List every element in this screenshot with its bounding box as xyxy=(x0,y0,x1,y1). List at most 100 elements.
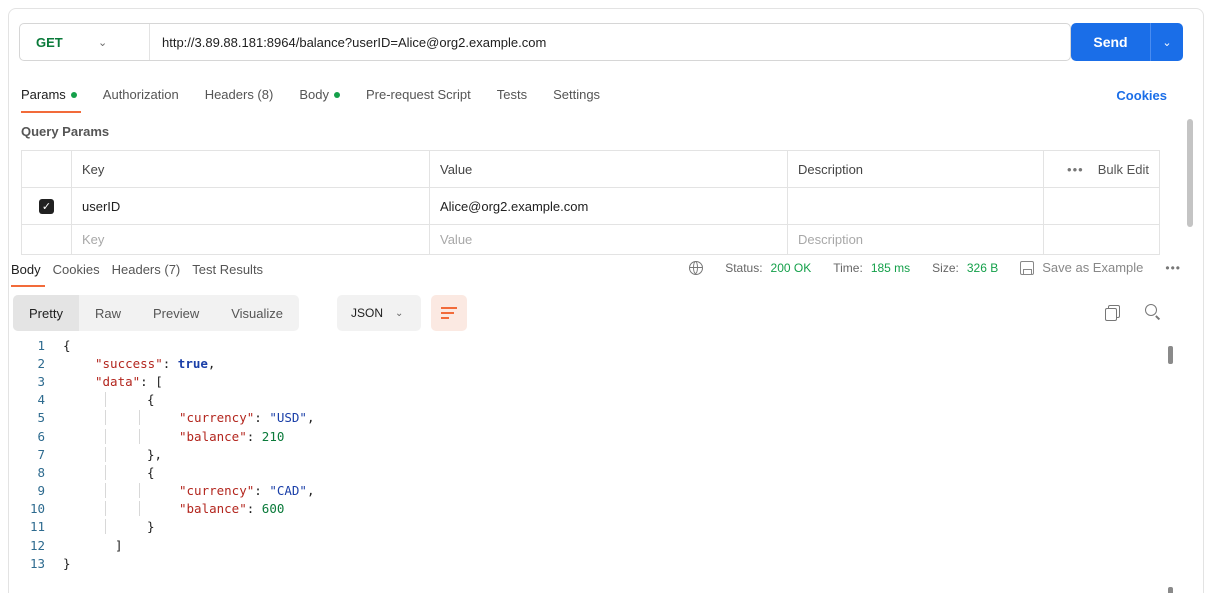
param-extra-cell xyxy=(1043,187,1160,225)
bulk-edit-cell: ••• Bulk Edit xyxy=(1043,150,1160,188)
view-visualize[interactable]: Visualize xyxy=(215,295,299,331)
code-text: "data": [ xyxy=(95,373,163,389)
code-text: } xyxy=(53,519,155,535)
column-header-description: Description xyxy=(787,150,1044,188)
chevron-down-icon: ⌄ xyxy=(98,36,108,49)
code-line: 11} xyxy=(9,518,1169,536)
save-as-example-button[interactable]: Save as Example xyxy=(1042,260,1143,275)
param-description-cell[interactable] xyxy=(787,187,1044,225)
code-text: "success": true, xyxy=(95,355,216,371)
json-key: "currency" xyxy=(179,483,255,499)
tab-tests[interactable]: Tests xyxy=(497,87,527,115)
view-pretty[interactable]: Pretty xyxy=(13,295,79,331)
view-raw[interactable]: Raw xyxy=(79,295,137,331)
param-value-cell[interactable]: Alice@org2.example.com xyxy=(429,187,788,225)
json-value: "USD" xyxy=(269,410,307,426)
tab-params-label: Params xyxy=(21,87,66,102)
method-select[interactable]: GET ⌄ xyxy=(20,24,150,60)
row-checkbox-cell: ✓ xyxy=(21,187,72,225)
send-label: Send xyxy=(1071,23,1151,61)
checkbox-checked-icon[interactable]: ✓ xyxy=(39,199,54,214)
params-scrollbar[interactable] xyxy=(1187,119,1193,227)
code-text: "currency": "USD", xyxy=(53,410,315,426)
view-preview[interactable]: Preview xyxy=(137,295,215,331)
code-line: 7}, xyxy=(9,445,1169,463)
tab-response-cookies[interactable]: Cookies xyxy=(53,262,100,277)
cookies-link[interactable]: Cookies xyxy=(1116,88,1167,103)
code-text: { xyxy=(53,464,155,480)
json-value: 210 xyxy=(261,428,285,444)
code-text: }, xyxy=(53,446,162,462)
query-params-title: Query Params xyxy=(21,124,110,139)
status-label: Status: xyxy=(725,260,763,275)
tab-body[interactable]: Body xyxy=(299,87,340,115)
line-number: 13 xyxy=(29,555,45,571)
tab-response-headers[interactable]: Headers (7) xyxy=(112,262,181,277)
json-key: "balance" xyxy=(179,501,247,517)
time-value[interactable]: 185 ms xyxy=(871,261,910,275)
header-checkbox-cell xyxy=(21,150,72,188)
globe-icon[interactable] xyxy=(689,260,704,275)
code-text: } xyxy=(63,555,71,571)
copy-icon[interactable] xyxy=(1105,305,1120,321)
code-text: { xyxy=(63,337,71,353)
request-bar: GET ⌄ xyxy=(19,23,1071,61)
size-label: Size: xyxy=(932,260,959,275)
active-dot-icon xyxy=(70,91,77,98)
code-text: { xyxy=(53,392,155,408)
code-text: "currency": "CAD", xyxy=(53,483,315,499)
postman-window: GET ⌄ Send ⌄ Params Authorization Header… xyxy=(8,8,1204,593)
more-options-icon[interactable]: ••• xyxy=(1067,162,1084,177)
table-header-row: Key Value Description ••• Bulk Edit xyxy=(21,150,1160,188)
send-button[interactable]: Send ⌄ xyxy=(1071,23,1183,61)
param-key-cell[interactable]: userID xyxy=(71,187,430,225)
wrap-lines-button[interactable] xyxy=(431,295,467,331)
tab-pre-request-script[interactable]: Pre-request Script xyxy=(366,87,471,115)
column-header-key: Key xyxy=(71,150,430,188)
code-line: 1{ xyxy=(9,336,1169,354)
json-value: true xyxy=(177,355,208,371)
tab-settings[interactable]: Settings xyxy=(553,87,600,115)
response-code-viewer[interactable]: 1{ 2 "success": true, 3 "data": [ 4{ 5 "cur… xyxy=(9,336,1169,572)
format-select[interactable]: JSON ⌄ xyxy=(337,295,421,331)
line-number: 9 xyxy=(37,483,45,499)
placeholder-checkbox-cell xyxy=(21,224,72,255)
line-number: 2 xyxy=(37,355,45,371)
code-line: 5 "currency": "USD", xyxy=(9,409,1169,427)
search-icon[interactable] xyxy=(1145,304,1160,319)
bulk-edit-button[interactable]: Bulk Edit xyxy=(1098,162,1149,177)
more-options-icon[interactable]: ••• xyxy=(1165,261,1181,275)
line-number: 1 xyxy=(37,337,45,353)
view-mode-selector: Pretty Raw Preview Visualize xyxy=(13,295,300,331)
active-tab-underline xyxy=(21,111,81,113)
line-number: 6 xyxy=(37,428,45,444)
code-line: 2 "success": true, xyxy=(9,354,1169,372)
method-label: GET xyxy=(36,34,63,50)
description-placeholder[interactable]: Description xyxy=(787,224,1044,255)
time-label: Time: xyxy=(833,260,863,275)
chevron-down-icon[interactable]: ⌄ xyxy=(1151,23,1183,61)
url-input[interactable] xyxy=(150,24,1070,60)
tab-test-results[interactable]: Test Results xyxy=(192,262,263,277)
value-placeholder[interactable]: Value xyxy=(429,224,788,255)
active-dot-icon xyxy=(333,91,340,98)
code-text: "balance": 600 xyxy=(53,501,285,517)
json-key: "currency" xyxy=(179,410,255,426)
code-scrollbar[interactable] xyxy=(1168,346,1173,364)
line-number: 12 xyxy=(29,537,45,553)
status-value[interactable]: 200 OK xyxy=(771,261,812,275)
code-line: 13} xyxy=(9,554,1169,572)
tab-response-body[interactable]: Body xyxy=(11,262,41,277)
size-value[interactable]: 326 B xyxy=(967,261,998,275)
line-number: 10 xyxy=(29,501,45,517)
tab-headers[interactable]: Headers (8) xyxy=(205,87,274,115)
json-value: 600 xyxy=(261,501,285,517)
line-number: 8 xyxy=(37,464,45,480)
save-icon xyxy=(1020,260,1035,275)
tab-body-label: Body xyxy=(299,87,329,102)
code-scrollbar-bottom[interactable] xyxy=(1168,587,1173,593)
key-placeholder[interactable]: Key xyxy=(71,224,430,255)
tab-authorization[interactable]: Authorization xyxy=(103,87,179,115)
code-line: 10 "balance": 600 xyxy=(9,500,1169,518)
column-header-value: Value xyxy=(429,150,788,188)
